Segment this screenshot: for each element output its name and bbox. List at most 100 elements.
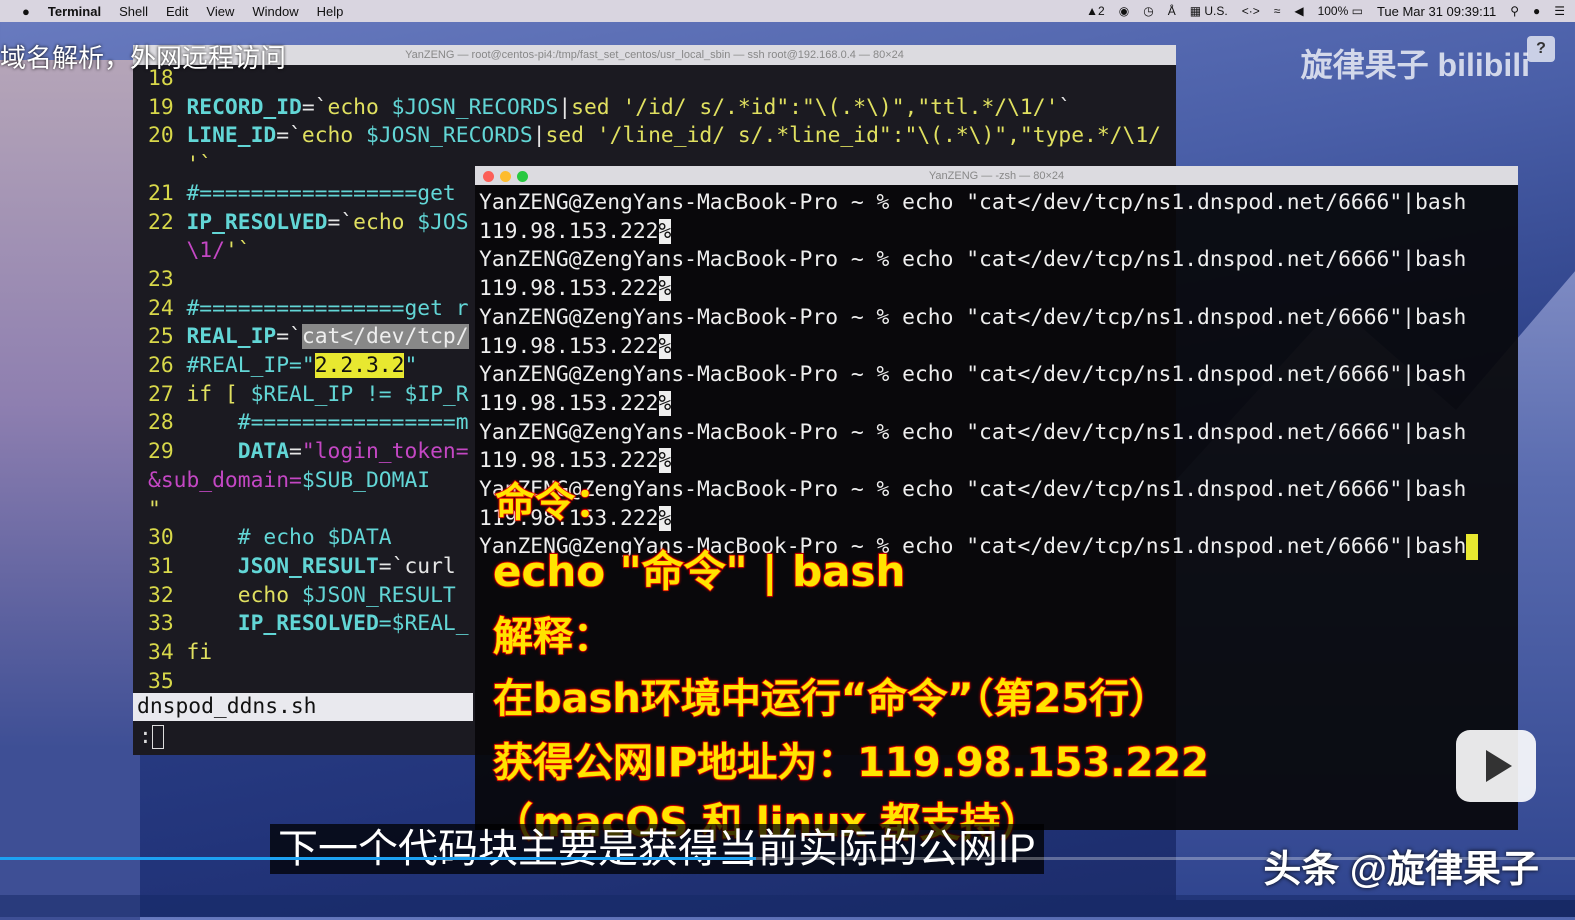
toutiao-brand: 头条 @旋律果子 — [1263, 849, 1539, 891]
no-newline-mark: % — [658, 333, 672, 359]
code-token: 22 — [148, 209, 187, 235]
code-token: fi — [186, 640, 213, 666]
time-machine-icon[interactable]: ◷ — [1143, 4, 1153, 18]
code-token: 32 — [148, 582, 187, 608]
menu-shell[interactable]: Shell — [119, 4, 148, 19]
annotation-explain-label: 解释： — [492, 613, 614, 661]
code-token: 27 — [148, 381, 187, 407]
output-line: 119.98.153.222% — [479, 275, 1518, 304]
command: echo "cat</dev/tcp/ns1.dnspod.net/6666"|… — [902, 362, 1467, 388]
annotation-command: echo "命令" | bash — [492, 546, 906, 597]
video-title-overlay: 域名解析，外网远程访问 — [0, 43, 287, 73]
code-token: " — [148, 496, 161, 522]
menu-view[interactable]: View — [206, 4, 234, 19]
siri-icon[interactable]: ● — [1533, 4, 1540, 18]
annotation-command-label: 命令： — [494, 479, 616, 527]
menu-edit[interactable]: Edit — [166, 4, 188, 19]
code-token: sed — [545, 123, 597, 149]
apple-menu-icon[interactable]: ● — [22, 4, 30, 19]
notification-center-icon[interactable]: ☰ — [1554, 4, 1565, 18]
code-token: 28 — [148, 410, 187, 436]
menu-bar: ● Terminal Shell Edit View Window Help ▲… — [0, 0, 1575, 22]
code-token: '/line_id/ s/.*line_id":"\(.*\)","type.*… — [596, 123, 1161, 149]
command: echo "cat</dev/tcp/ns1.dnspod.net/6666"|… — [902, 247, 1467, 273]
code-token: 30 — [148, 525, 187, 551]
code-token: IP_RESOLVED — [186, 209, 328, 235]
code-token: $REAL_IP != $IP_R — [250, 381, 469, 407]
code-token: 35 — [148, 668, 174, 694]
close-button[interactable] — [483, 171, 494, 182]
code-token: 21 — [148, 180, 187, 206]
code-token: $SUB_DOMAI — [301, 467, 431, 493]
code-token: | — [532, 123, 546, 149]
code-token: #REAL_IP=" — [186, 353, 315, 379]
code-token: =` — [301, 94, 328, 120]
video-control-bar[interactable] — [0, 895, 1575, 917]
output-line: 119.98.153.222% — [479, 218, 1518, 247]
command: echo "cat</dev/tcp/ns1.dnspod.net/6666"|… — [902, 190, 1467, 215]
notification-icon[interactable]: ▲2 — [1086, 4, 1105, 18]
minimize-button[interactable] — [500, 171, 511, 182]
code-token: =` — [276, 123, 302, 149]
menu-window[interactable]: Window — [252, 4, 298, 19]
bluetooth-icon[interactable]: Å — [1168, 4, 1176, 18]
video-progress-bar[interactable] — [0, 857, 1575, 860]
battery-percent: 100% — [1317, 4, 1349, 18]
code-token: $JOS — [417, 209, 469, 235]
code-line: 19 RECORD_ID=`echo $JOSN_RECORDS|sed '/i… — [148, 94, 1176, 123]
prompt-line: YanZENG@ZengYans-MacBook-Pro ~ % echo "c… — [479, 361, 1518, 390]
window-title: YanZENG — root@centos-pi4:/tmp/fast_set_… — [405, 49, 904, 61]
prompt-line: YanZENG@ZengYans-MacBook-Pro ~ % echo "c… — [479, 304, 1518, 333]
code-token: #================m — [186, 410, 469, 436]
no-newline-mark: % — [658, 505, 672, 531]
code-token: 25 — [148, 324, 187, 350]
prompt: YanZENG@ZengYans-MacBook-Pro ~ % — [479, 247, 903, 273]
code-token: ` — [1058, 94, 1072, 120]
zoom-button[interactable] — [517, 171, 528, 182]
output-line: 119.98.153.222% — [479, 505, 1518, 534]
bilibili-play-icon[interactable] — [1456, 730, 1536, 802]
battery-status[interactable]: 100% ▭ — [1318, 4, 1363, 18]
input-source-icon[interactable]: ▦ U.S. — [1190, 4, 1228, 18]
vim-command-line[interactable]: : — [139, 723, 164, 752]
wifi-icon[interactable]: ≈ — [1274, 4, 1281, 18]
command: echo "cat</dev/tcp/ns1.dnspod.net/6666"|… — [902, 477, 1467, 503]
menu-help[interactable]: Help — [317, 4, 344, 19]
no-newline-mark: % — [658, 218, 672, 244]
code-token: " — [404, 353, 418, 379]
code-token: '/id/ s/.*id":"\(.*\)","ttl.*/\1/' — [622, 94, 1059, 120]
wechat-icon[interactable]: ◉ — [1119, 4, 1129, 18]
no-newline-mark: % — [658, 448, 672, 474]
text-cursor — [1466, 534, 1479, 561]
no-newline-mark: % — [658, 276, 672, 302]
code-token: echo — [353, 209, 418, 235]
output-line: 119.98.153.222% — [479, 333, 1518, 362]
vim-status-filename: dnspod_ddns.sh — [133, 693, 473, 721]
code-token: # echo $DATA — [186, 525, 392, 551]
code-token: DATA — [186, 439, 290, 465]
zsh-terminal-titlebar[interactable]: YanZENG — -zsh — 80×24 — [475, 166, 1518, 185]
code-token: if [ — [186, 381, 251, 407]
code-token: =` — [327, 209, 354, 235]
code-token: LINE_ID — [186, 123, 277, 149]
help-icon[interactable]: ? — [1527, 36, 1555, 62]
code-token: 34 — [148, 640, 187, 666]
code-token: 29 — [148, 439, 187, 465]
spotlight-search-icon[interactable]: ⚲ — [1510, 4, 1519, 18]
menu-app-terminal[interactable]: Terminal — [48, 4, 101, 19]
input-source-label: U.S. — [1204, 4, 1228, 18]
prompt-line: YanZENG@ZengYans-MacBook-Pro ~ % echo "c… — [479, 476, 1518, 505]
annotation-explain-2: 获得公网IP地址为：119.98.153.222 — [492, 739, 1209, 787]
terminal-output[interactable]: YanZENG@ZengYans-MacBook-Pro ~ % echo "c… — [475, 185, 1518, 562]
code-icon[interactable]: <·> — [1242, 4, 1260, 18]
ip-output: 119.98.153.222 — [479, 218, 659, 244]
code-token: 26 — [148, 353, 187, 379]
code-token: =$REAL_ — [378, 611, 469, 637]
code-token: '` — [148, 152, 213, 178]
code-token: | — [558, 94, 572, 120]
clock[interactable]: Tue Mar 31 09:39:11 — [1377, 4, 1496, 19]
volume-icon[interactable]: ◀ — [1294, 4, 1303, 18]
code-token: 19 — [148, 94, 187, 120]
bilibili-watermark: 旋律果子 bilibili — [1300, 47, 1530, 83]
ssh-terminal-titlebar[interactable]: YanZENG — root@centos-pi4:/tmp/fast_set_… — [133, 45, 1176, 65]
